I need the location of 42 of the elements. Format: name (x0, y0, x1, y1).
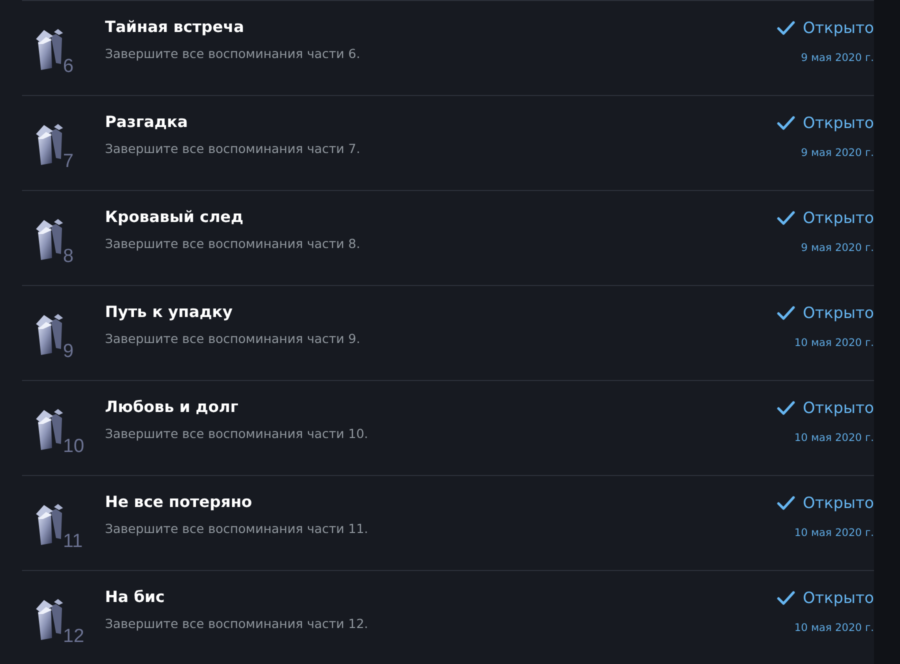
unlock-date: 10 мая 2020 г. (794, 526, 874, 540)
achievement-description: Завершите все воспоминания части 12. (105, 616, 368, 632)
unlock-date: 10 мая 2020 г. (794, 336, 874, 350)
achievement-title: На бис (105, 587, 165, 607)
icon-number: 12 (63, 627, 84, 647)
status-label: Открыто (802, 588, 874, 608)
unlock-date: 9 мая 2020 г. (801, 146, 874, 160)
icon-number: 8 (63, 247, 74, 267)
unlock-date: 9 мая 2020 г. (801, 241, 874, 255)
status-label: Открыто (802, 18, 874, 38)
icon-number: 10 (63, 437, 84, 457)
achievement-title: Любовь и долг (105, 397, 238, 417)
achievement-description: Завершите все воспоминания части 11. (105, 521, 368, 537)
pillars-icon (34, 408, 64, 450)
achievement-title: Разгадка (105, 112, 188, 132)
icon-number: 9 (63, 342, 74, 362)
achievement-description: Завершите все воспоминания части 10. (105, 426, 368, 442)
pillars-icon (34, 123, 64, 165)
achievement-description: Завершите все воспоминания части 7. (105, 141, 360, 157)
status-label: Открыто (802, 398, 874, 418)
pillars-icon (34, 218, 64, 260)
pillars-icon (34, 313, 64, 355)
status-label: Открыто (802, 303, 874, 323)
achievement-title: Кровавый след (105, 207, 244, 227)
icon-number: 7 (63, 152, 74, 172)
achievement-description: Завершите все воспоминания части 8. (105, 236, 360, 252)
achievement-title: Тайная встреча (105, 17, 244, 37)
achievement-description: Завершите все воспоминания части 9. (105, 331, 360, 347)
icon-number: 6 (63, 57, 74, 77)
status-label: Открыто (802, 113, 874, 133)
status-label: Открыто (802, 208, 874, 228)
status-label: Открыто (802, 493, 874, 513)
achievement-title: Не все потеряно (105, 492, 252, 512)
icon-number: 11 (63, 532, 83, 552)
unlock-date: 9 мая 2020 г. (801, 51, 874, 65)
achievement-title: Путь к упадку (105, 302, 233, 322)
unlock-date: 10 мая 2020 г. (794, 621, 874, 635)
pillars-icon (34, 28, 64, 70)
achievement-description: Завершите все воспоминания части 6. (105, 46, 360, 62)
pillars-icon (34, 598, 64, 640)
unlock-date: 10 мая 2020 г. (794, 431, 874, 445)
pillars-icon (34, 503, 64, 545)
